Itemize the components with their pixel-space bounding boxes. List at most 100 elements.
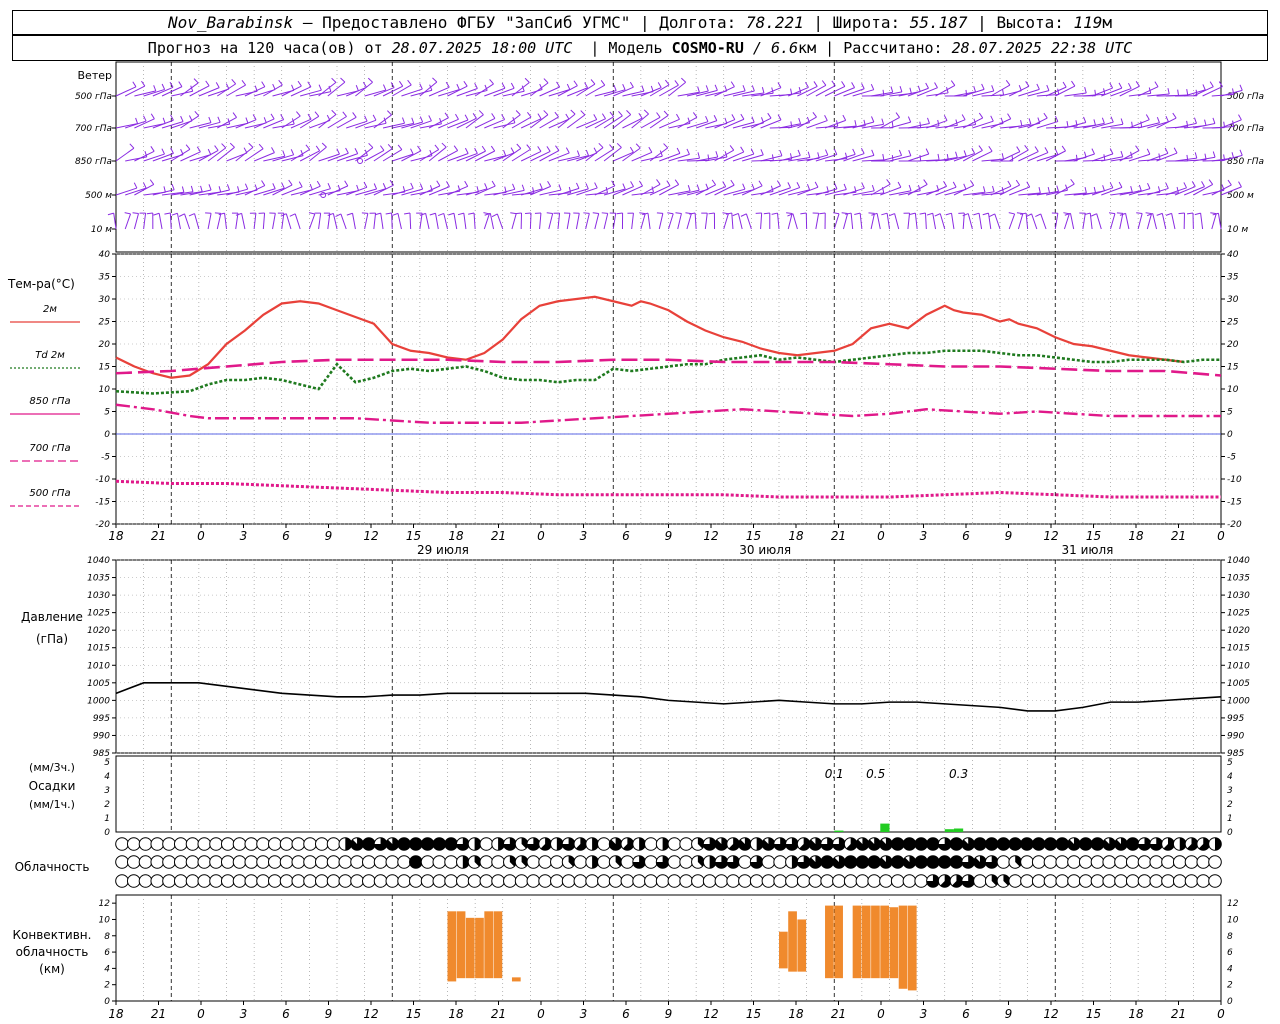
hour-axis-bottom-label: 0 [877,1007,885,1021]
wind-barb-flag [1208,179,1214,185]
wind-barb-flag [895,112,900,118]
wind-barb-staff [340,213,347,230]
wind-barb-staff [281,85,302,97]
pressure-tick-label-right: 1020 [1227,626,1250,636]
cloud-symbol [138,855,153,869]
temperature-tick-label-left: -10 [95,475,110,485]
cloud-symbol [338,855,353,869]
wind-barb-flag [178,81,183,87]
wind-barb-flag [1136,212,1143,215]
wind-barb-staff [694,213,697,230]
cloud-symbol [1137,855,1152,869]
wind-barb-flag [570,109,576,115]
wind-barb-staff [603,213,609,230]
wind-barb-flag [171,212,178,216]
wind-barb-flag [344,180,349,187]
cloud-symbol-fill [409,837,423,851]
wind-barb-flag [711,179,717,186]
wind-barb-flag [1145,114,1150,120]
wind-barb-flag [411,117,415,124]
wind-barb-flag [515,110,521,116]
wind-barb-flag [539,183,543,190]
hour-axis-bottom-label: 21 [1171,1007,1186,1021]
wind-barb-flag [583,212,590,214]
wind-barb-staff [484,119,505,129]
hour-axis-top-label: 0 [197,529,205,543]
wind-barb-flag [382,84,387,91]
hour-axis-bottom-label: 12 [1043,1007,1058,1021]
wind-barb-flag [963,150,967,157]
wind-barb-flag [937,119,940,126]
wind-barb-staff [253,152,275,162]
cloud-symbol [679,855,693,869]
wind-barb-flag [750,148,755,155]
wind-barb-flag [352,112,357,118]
pressure-tick-label-right: 1040 [1227,556,1250,566]
wind-barb-flag [907,116,912,123]
day-label: 30 июля [739,543,791,557]
temperature-tick-label-right: -15 [1227,498,1242,508]
pressure-tick-label-left: 995 [93,714,110,724]
hour-axis-bottom-label: 6 [622,1007,630,1021]
wind-barb-flag [510,82,515,89]
cloud-symbol [138,874,153,888]
wind-barb-staff [990,118,1011,129]
cloud-symbol-fill [973,837,987,851]
wind-barb-staff [465,114,484,129]
cloud-symbol [1196,874,1211,888]
wind-barb-flag [687,185,691,192]
wind-barb-staff [346,186,368,196]
cloud-symbol [479,874,494,888]
convective-tick-label-left: 6 [104,948,110,958]
wind-barb-flag [474,82,478,89]
wind-barb-staff [833,213,840,230]
wind-barb-flag [841,212,848,215]
wind-level-label-left: 500 гПа [75,92,112,102]
wind-barb-flag [626,110,632,115]
wind-barb-flag [419,183,424,190]
wind-barb-flag [676,147,681,154]
convective-bar [861,905,871,979]
wind-barb-flag [432,77,438,83]
wind-barb-staff [226,188,248,196]
wind-barb-flag [1084,186,1087,194]
wind-barb-flag [258,143,264,150]
wind-barb-flag [814,181,819,188]
wind-barb-staff [1202,86,1223,97]
wind-barb-flag [731,114,736,120]
temperature-series-line [115,403,1221,424]
pressure-tick-label-left: 1030 [87,591,110,601]
hour-axis-bottom-label: 0 [1217,1007,1225,1021]
cloud-symbol [1043,855,1058,869]
wind-barb-flag [446,181,450,187]
wind-barb-staff [180,82,199,97]
wind-barb-staff [760,213,763,230]
temperature-tick-label-right: 5 [1227,408,1233,418]
wind-barb-staff [585,213,590,230]
wind-level-label-left: 10 м [91,225,112,235]
wind-barb-flag [521,184,525,191]
cloud-symbol [197,874,212,888]
cloud-symbol [1031,874,1046,888]
wind-barb-flag [1101,117,1105,124]
wind-barb-staff [115,86,137,97]
wind-barb-flag [297,80,302,87]
precipitation-tick-label-left: 5 [104,758,110,768]
wind-barb-flag [214,212,221,214]
cloud-symbol [373,855,388,869]
cloud-symbol [1125,874,1140,888]
cloud-symbol [597,837,611,851]
wind-barb-flag [1193,117,1197,124]
cloud-symbol [738,874,752,888]
wind-barb-staff [745,213,752,230]
cloud-symbol [267,837,282,851]
hour-axis-bottom-label: 6 [962,1007,970,1021]
wind-barb-staff [392,187,414,196]
cloud-symbol [115,874,129,888]
temperature-legend-label: 500 гПа [29,488,70,499]
wind-barb-flag [171,183,175,190]
temperature-tick-label-right: -20 [1227,520,1242,530]
wind-barb-flag [797,149,801,156]
wind-barb-staff [241,213,246,230]
wind-barb-flag [464,180,469,187]
